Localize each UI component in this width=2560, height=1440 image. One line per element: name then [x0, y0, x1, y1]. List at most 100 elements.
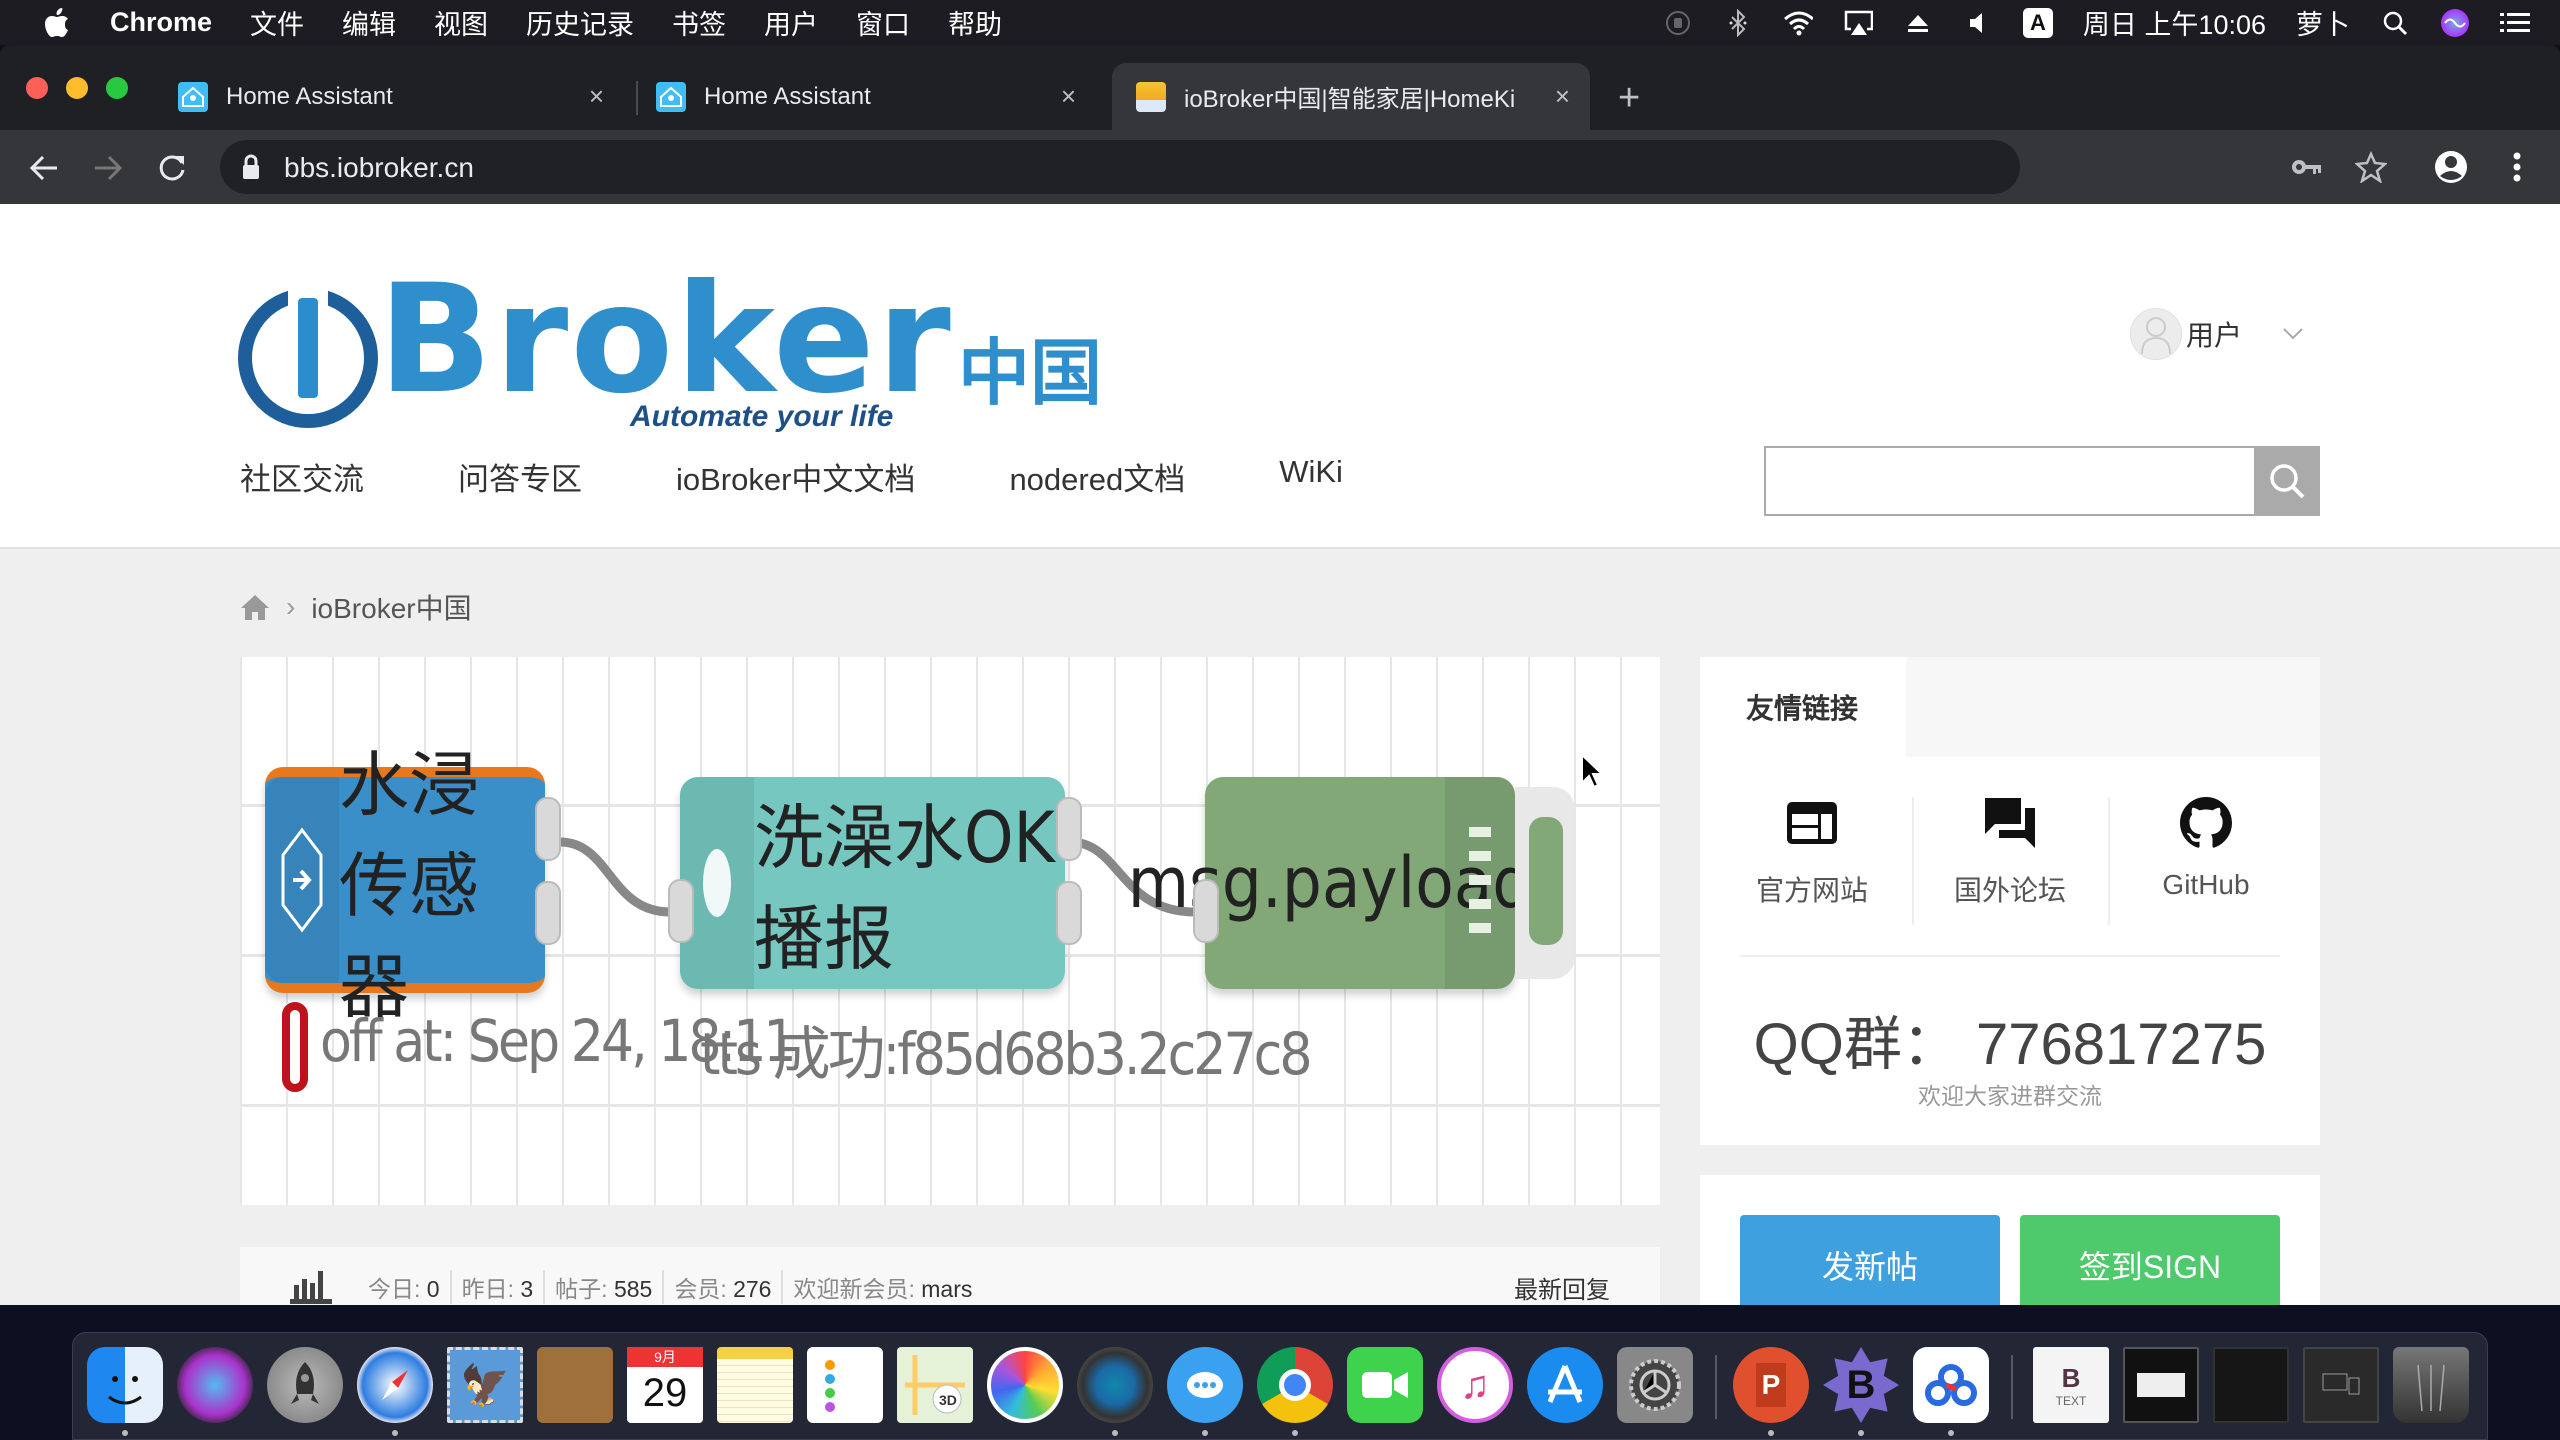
window-zoom-button[interactable]: [106, 77, 128, 99]
menu-edit[interactable]: 编辑: [342, 3, 396, 42]
dock-running-indicator: [122, 1430, 128, 1436]
url-text[interactable]: bbs.iobroker.cn: [284, 152, 474, 184]
dock-maps-icon[interactable]: 3D: [897, 1347, 973, 1423]
airplay-icon[interactable]: [1843, 8, 1873, 38]
dock-notes-icon[interactable]: [717, 1347, 793, 1423]
dock-powerpoint-icon[interactable]: P: [1733, 1347, 1809, 1423]
menu-user[interactable]: 萝卜: [2296, 3, 2350, 42]
dock-itunes-icon[interactable]: ♫: [1437, 1347, 1513, 1423]
search-input[interactable]: [1764, 446, 2254, 516]
flow-node-tts[interactable]: 洗澡水OK播报: [680, 777, 1065, 989]
menu-window[interactable]: 窗口: [856, 3, 910, 42]
window-minimize-button[interactable]: [66, 77, 88, 99]
tab-close-icon[interactable]: ×: [589, 81, 604, 112]
link-github[interactable]: GitHub: [2108, 797, 2304, 925]
menu-help[interactable]: 帮助: [948, 3, 1002, 42]
menu-people[interactable]: 用户: [764, 3, 818, 42]
tab-close-icon[interactable]: ×: [1061, 81, 1076, 112]
menu-app-name[interactable]: Chrome: [110, 7, 212, 38]
wifi-icon[interactable]: [1783, 8, 1813, 38]
tab-iobroker[interactable]: ioBroker中国|智能家居|HomeKi ×: [1112, 63, 1590, 130]
reload-button[interactable]: [152, 148, 192, 188]
dock-calendar-icon[interactable]: 9月 29: [627, 1347, 703, 1423]
banner-image[interactable]: 水浸传感器 洗澡水OK播报 msg.payload off at: Sep 24…: [240, 657, 1660, 1205]
nav-nodered-docs[interactable]: nodered文档: [1009, 454, 1185, 499]
node-label: 洗澡水OK播报: [754, 797, 1055, 980]
search-button[interactable]: [2254, 446, 2320, 516]
back-button[interactable]: [24, 148, 64, 188]
dock-baidu-netdisk-icon[interactable]: [1913, 1347, 1989, 1423]
tab-home-assistant-2[interactable]: Home Assistant ×: [656, 63, 1096, 130]
tab-friend-links[interactable]: 友情链接: [1700, 657, 1906, 757]
menu-bookmarks[interactable]: 书签: [672, 3, 726, 42]
bluetooth-icon[interactable]: [1723, 8, 1753, 38]
dock-reminders-icon[interactable]: [807, 1347, 883, 1423]
dock-photos-icon[interactable]: [987, 1347, 1063, 1423]
eject-icon[interactable]: [1903, 8, 1933, 38]
window-close-button[interactable]: [26, 77, 48, 99]
dock-system-preferences-icon[interactable]: [1617, 1347, 1693, 1423]
dock-chrome-window-thumbnail[interactable]: [2123, 1347, 2199, 1423]
screen-record-icon[interactable]: [1663, 8, 1693, 38]
user-menu[interactable]: 用户: [2130, 308, 2304, 360]
flow-node-debug[interactable]: msg.payload: [1128, 777, 1532, 989]
home-icon[interactable]: [240, 593, 270, 621]
site-logo[interactable]: Broker 中国 Automate your life: [238, 260, 1118, 438]
dock-contacts-icon[interactable]: [537, 1347, 613, 1423]
address-bar[interactable]: bbs.iobroker.cn: [220, 140, 2020, 194]
link-official-site[interactable]: 官方网站: [1714, 797, 1910, 925]
dock-bbedit-window-thumbnail[interactable]: [2213, 1347, 2289, 1423]
menu-history[interactable]: 历史记录: [526, 3, 634, 42]
new-post-button[interactable]: 发新帖: [1740, 1215, 2000, 1305]
node-input-port[interactable]: [668, 879, 694, 943]
flow-node-water-sensor[interactable]: 水浸传感器: [265, 744, 545, 1028]
dock-finder-icon[interactable]: [87, 1347, 163, 1423]
newest-member-link[interactable]: mars: [921, 1276, 972, 1302]
nav-iobroker-docs[interactable]: ioBroker中文文档: [676, 454, 915, 499]
nav-wiki[interactable]: WiKi: [1279, 454, 1343, 499]
apple-menu-icon[interactable]: [42, 6, 72, 40]
dock-bbedit-icon[interactable]: B: [1823, 1347, 1899, 1423]
debug-toggle-button[interactable]: [1515, 787, 1575, 979]
password-key-icon[interactable]: [2286, 146, 2328, 188]
notification-center-icon[interactable]: [2500, 8, 2530, 38]
dock-quicktime-icon[interactable]: [1077, 1347, 1153, 1423]
nav-community[interactable]: 社区交流: [240, 454, 364, 499]
dock-app-store-icon[interactable]: [1527, 1347, 1603, 1423]
latest-replies-link[interactable]: 最新回复: [1514, 1270, 1610, 1305]
dock-facetime-icon[interactable]: [1347, 1347, 1423, 1423]
dock-mail-icon[interactable]: 🦅: [447, 1347, 523, 1423]
node-input-port[interactable]: [1193, 879, 1219, 943]
nav-qa[interactable]: 问答专区: [458, 454, 582, 499]
bookmark-star-icon[interactable]: [2350, 146, 2392, 188]
link-foreign-forum[interactable]: 国外论坛: [1912, 797, 2108, 925]
forward-button[interactable]: [88, 148, 128, 188]
menu-view[interactable]: 视图: [434, 3, 488, 42]
sign-in-button[interactable]: 签到SIGN: [2020, 1215, 2280, 1305]
menu-file[interactable]: 文件: [250, 3, 304, 42]
tab-close-icon[interactable]: ×: [1555, 81, 1570, 112]
breadcrumb-current[interactable]: ioBroker中国: [311, 587, 471, 627]
profile-avatar-icon[interactable]: [2430, 146, 2472, 188]
dock-messages-window-thumbnail[interactable]: [2303, 1347, 2379, 1423]
node-output-port[interactable]: [535, 881, 561, 945]
siri-icon[interactable]: [2440, 8, 2470, 38]
node-output-port[interactable]: [1056, 881, 1082, 945]
tab-home-assistant-1[interactable]: Home Assistant ×: [178, 63, 624, 130]
dock-messages-icon[interactable]: [1167, 1347, 1243, 1423]
new-tab-button[interactable]: +: [1618, 79, 1640, 117]
spotlight-search-icon[interactable]: [2380, 8, 2410, 38]
dock-trash-icon[interactable]: [2393, 1347, 2469, 1423]
input-method-badge[interactable]: A: [2022, 7, 2053, 38]
dock-launchpad-icon[interactable]: [267, 1347, 343, 1423]
dock-siri-icon[interactable]: [177, 1347, 253, 1423]
chrome-menu-icon[interactable]: [2496, 146, 2538, 188]
volume-icon[interactable]: [1963, 8, 1993, 38]
dock-chrome-icon[interactable]: [1257, 1347, 1333, 1423]
node-output-port[interactable]: [535, 797, 561, 861]
dock-safari-icon[interactable]: [357, 1347, 433, 1423]
node-output-port[interactable]: [1056, 797, 1082, 861]
dock-text-document-icon[interactable]: B TEXT: [2033, 1347, 2109, 1423]
menu-clock[interactable]: 周日 上午10:06: [2083, 3, 2266, 42]
browser-toolbar: bbs.iobroker.cn: [0, 130, 2560, 204]
